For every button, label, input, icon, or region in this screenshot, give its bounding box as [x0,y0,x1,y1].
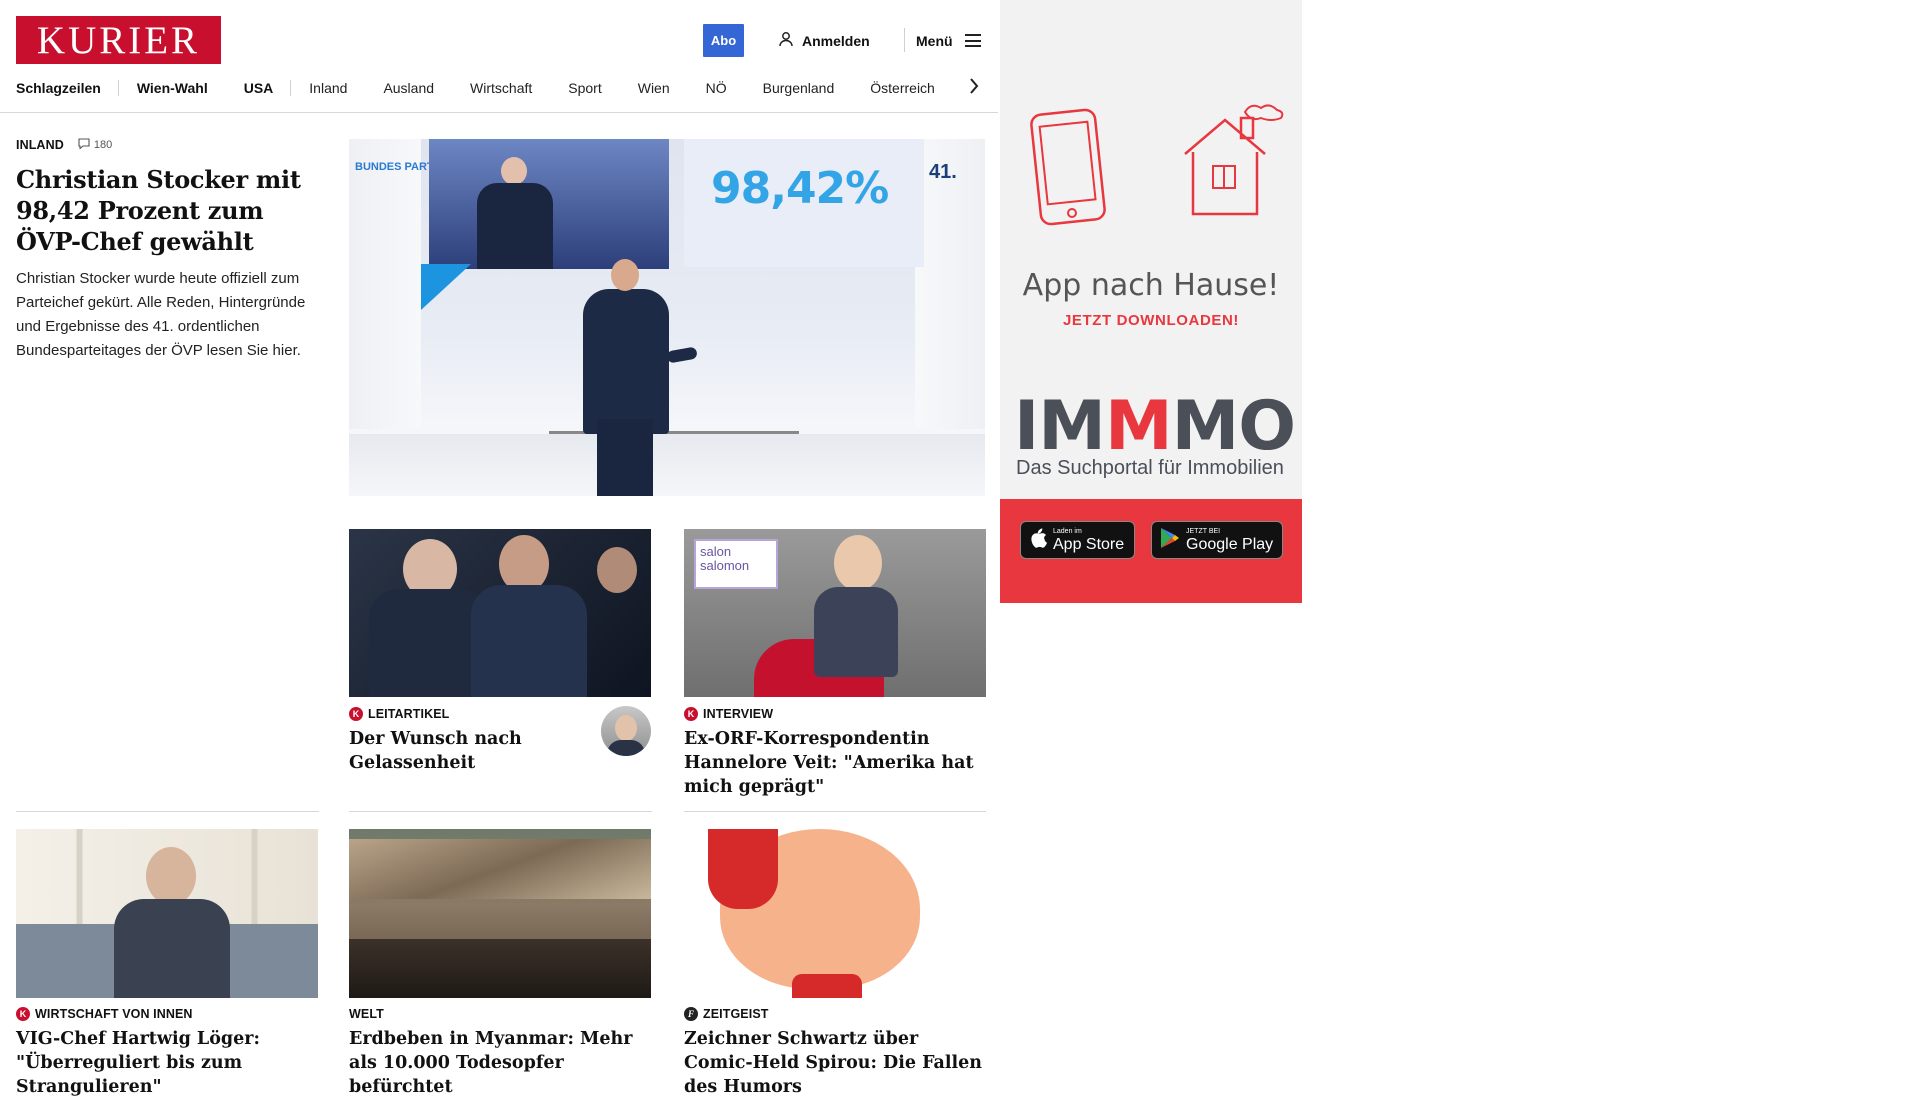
menu-button[interactable]: Menü [916,24,981,57]
article-headline[interactable]: Der Wunsch nach Gelassenheit [349,727,569,775]
article-kicker: f ZEITGEIST [684,1007,986,1021]
menu-label: Menü [916,32,953,49]
article-headline[interactable]: Zeichner Schwartz über Comic-Held Spirou… [684,1027,986,1099]
zeitgeist-icon: f [684,1007,698,1021]
nav-item-wien-wahl[interactable]: Wien-Wahl [137,80,208,96]
article-kicker: K INTERVIEW [684,707,986,721]
comment-icon [78,138,90,152]
kicker-label: INTERVIEW [703,707,774,721]
nav-item-ausland[interactable]: Ausland [383,80,434,96]
nav-divider [117,80,119,96]
app-store-button[interactable]: Laden im App Store [1020,521,1135,559]
article-card[interactable]: K WIRTSCHAFT VON INNEN VIG-Chef Hartwig … [16,1007,318,1099]
hamburger-icon [964,34,981,47]
article-image-interview[interactable]: salon salomon [684,529,986,697]
nav-next-button[interactable] [964,76,984,100]
nav-item-wirtschaft[interactable]: Wirtschaft [470,80,532,96]
article-card[interactable]: K INTERVIEW Ex-ORF-Korrespondentin Hanne… [684,707,986,799]
article-headline[interactable]: Ex-ORF-Korrespondentin Hannelore Veit: "… [684,727,986,799]
nav-divider [290,80,292,96]
apple-big: App Store [1053,535,1125,553]
result-percent: 98,42% [711,163,889,214]
article-kicker: K WIRTSCHAFT VON INNEN [16,1007,318,1021]
google-big: Google Play [1186,535,1274,553]
nav-item-oesterreich[interactable]: Österreich [870,80,935,96]
kurier-plus-icon: K [684,707,698,721]
lead-category[interactable]: INLAND [16,138,64,152]
nav-item-schlagzeilen[interactable]: Schlagzeilen [16,80,101,96]
speaker-arm [666,346,698,364]
ad-cta[interactable]: JETZT DOWNLOADEN! [1000,312,1302,329]
kurier-logo[interactable]: KURIER [16,16,221,64]
apple-small: Laden im [1053,527,1082,535]
kicker-label: WIRTSCHAFT VON INNEN [35,1007,193,1021]
chevron-right-icon [969,77,979,99]
abo-button[interactable]: Abo [703,24,744,57]
comment-count-value: 180 [93,139,113,151]
divider [684,811,986,812]
kicker-label: ZEITGEIST [703,1007,769,1021]
lead-headline[interactable]: Christian Stocker mit 98,42 Prozent zum … [16,164,316,257]
speaker-head [611,259,639,291]
speaker-legs [597,419,653,496]
nav-bottom-border [0,112,998,113]
ad-title: App nach Hause! [1022,268,1280,303]
article-headline[interactable]: Erdbeben in Myanmar: Mehr als 10.000 Tod… [349,1027,651,1099]
header-divider [904,28,905,52]
phone-icon [1030,104,1110,233]
nav-item-wien[interactable]: Wien [638,80,670,96]
nav-item-inland[interactable]: Inland [309,80,347,96]
nav-item-noe[interactable]: NÖ [706,80,727,96]
article-image-wirtschaft[interactable] [16,829,318,998]
article-image-zeitgeist[interactable] [684,829,986,998]
stage-floor [349,434,985,496]
divider [16,811,319,812]
kurier-plus-icon: K [349,707,363,721]
nav-item-usa[interactable]: USA [244,80,274,96]
lead-image[interactable]: BUNDES PARTEITAG 41. 98,42% [349,139,985,496]
screen-speaker-body [477,183,553,269]
article-image-erdbeben[interactable] [349,829,651,998]
main-nav: Schlagzeilen Wien-Wahl USA Inland Auslan… [16,76,935,100]
login-button[interactable]: Anmelden [778,24,870,57]
article-kicker: WELT [349,1007,651,1021]
video-screen [429,139,669,269]
kurier-plus-icon: K [16,1007,30,1021]
speaker-body [583,289,669,434]
apple-icon [1029,527,1047,553]
article-headline[interactable]: VIG-Chef Hartwig Löger: "Überreguliert b… [16,1027,318,1099]
party-banner-right: 41. [929,161,957,183]
immmo-ad[interactable]: App nach Hause! JETZT DOWNLOADEN! IMMMO … [1000,0,1302,603]
house-icon [1175,104,1295,225]
blue-accent [421,264,471,310]
salon-logo: salon salomon [694,539,778,589]
google-play-icon [1160,527,1180,554]
store-strip: Laden im App Store JETZT BEI Google Play [1000,499,1302,603]
kicker-label: WELT [349,1007,384,1021]
immmo-tagline: Das Suchportal für Immobilien [1016,457,1284,479]
user-icon [778,31,794,50]
google-play-button[interactable]: JETZT BEI Google Play [1151,521,1283,559]
login-label: Anmelden [802,32,870,49]
stage-wall-left [349,139,421,429]
nav-item-burgenland[interactable]: Burgenland [763,80,835,96]
kicker-label: LEITARTIKEL [368,707,450,721]
lead-teaser: Christian Stocker wurde heute offiziell … [16,270,306,359]
article-card[interactable]: f ZEITGEIST Zeichner Schwartz über Comic… [684,1007,986,1099]
article-card[interactable]: WELT Erdbeben in Myanmar: Mehr als 10.00… [349,1007,651,1099]
article-image-leitartikel[interactable] [349,529,651,697]
screen-speaker-head [501,157,527,185]
lead-article[interactable]: INLAND 180 Christian Stocker mit 98,42 P… [16,138,316,363]
author-avatar [601,706,651,756]
nav-item-sport[interactable]: Sport [568,80,601,96]
google-small: JETZT BEI [1186,527,1221,535]
immmo-logo: IMMMO [1014,387,1296,466]
divider [349,811,652,812]
comment-count[interactable]: 180 [78,138,112,152]
